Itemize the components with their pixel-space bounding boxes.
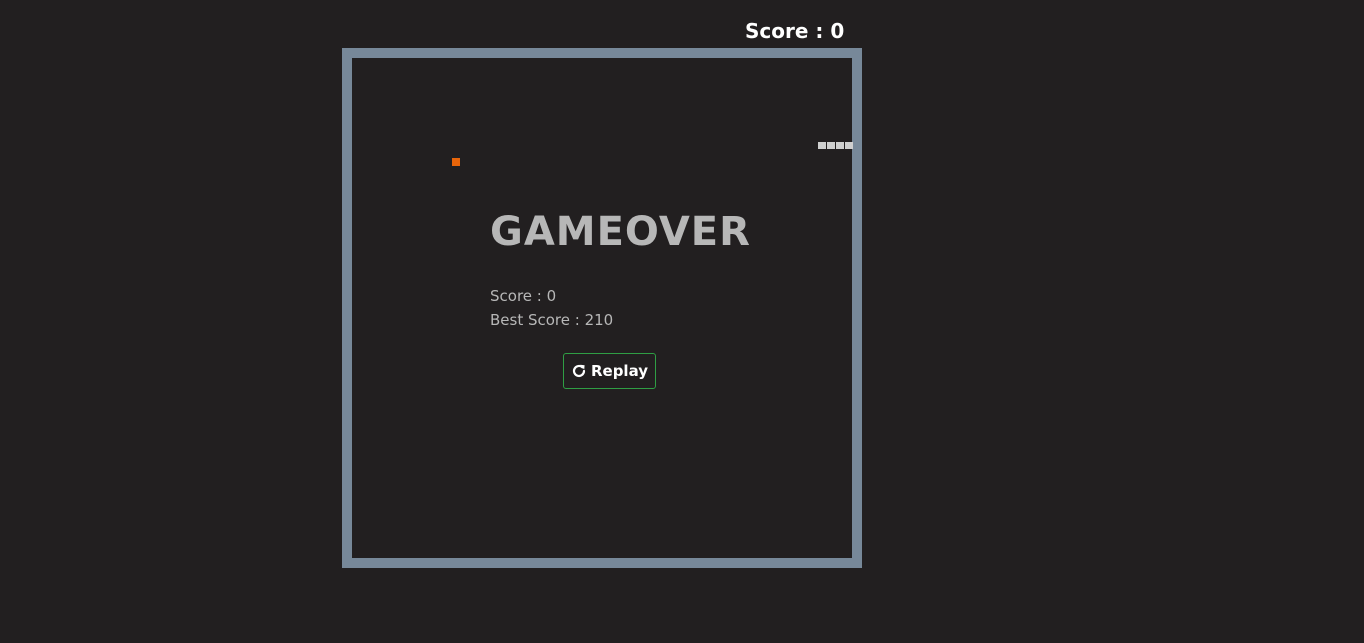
score-value: 0 [830, 19, 845, 43]
score-separator: : [808, 19, 831, 43]
snake-segment [845, 142, 853, 149]
snake [818, 142, 854, 149]
best-score: Best Score : 210 [490, 311, 614, 329]
final-score: Score : 0 [490, 287, 557, 305]
game-board[interactable]: GAMEOVER Score : 0 Best Score : 210 Repl… [342, 48, 862, 568]
snake-segment [836, 142, 844, 149]
food-pellet [452, 158, 460, 166]
snake-segment [818, 142, 826, 149]
redo-icon [571, 363, 587, 379]
gameover-title: GAMEOVER [490, 209, 751, 255]
snake-segment [827, 142, 835, 149]
replay-button[interactable]: Replay [563, 353, 656, 389]
score-display: Score : 0 [745, 19, 844, 43]
gameover-panel: GAMEOVER Score : 0 Best Score : 210 Repl… [490, 206, 751, 389]
game-page: Score : 0 GAMEOVER Score : 0 Best Score … [0, 0, 1364, 643]
replay-label: Replay [590, 362, 649, 380]
score-label: Score [745, 19, 809, 43]
